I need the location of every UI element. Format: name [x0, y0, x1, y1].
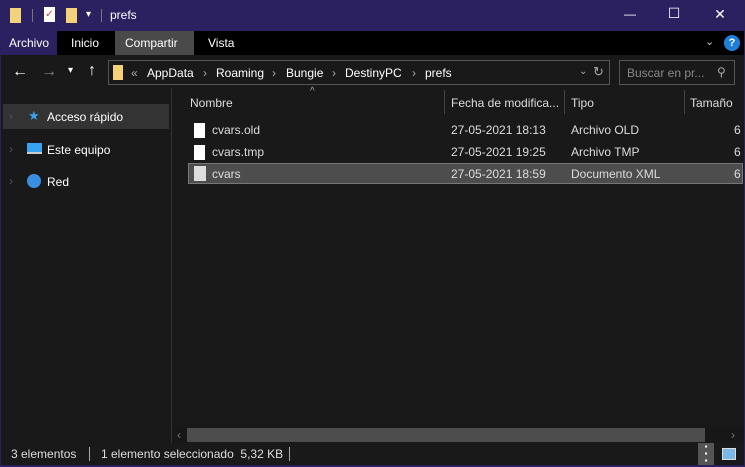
chevron-right-icon: › — [203, 66, 207, 80]
selection-info: 1 elemento seleccionado 5,32 KB — [101, 447, 284, 461]
new-folder-icon[interactable] — [66, 8, 77, 23]
large-icons-view-button[interactable] — [722, 448, 736, 460]
title-bar: ✓ ▾ prefs — ☐ ✕ — [0, 0, 745, 31]
file-date: 27-05-2021 18:13 — [451, 123, 546, 137]
chevron-right-icon: › — [332, 66, 336, 80]
nav-label: Red — [47, 175, 70, 189]
breadcrumb-appdata[interactable]: AppData — [147, 66, 194, 80]
column-divider[interactable] — [444, 90, 445, 114]
close-button[interactable]: ✕ — [710, 6, 730, 23]
expand-ribbon-icon[interactable]: ⌄ — [705, 35, 714, 48]
column-header-name[interactable]: Nombre — [190, 96, 233, 110]
file-type: Archivo OLD — [571, 123, 640, 137]
tab-inicio[interactable]: Inicio — [61, 31, 109, 55]
separator — [89, 447, 90, 461]
customize-toolbar-icon[interactable]: ▾ — [86, 9, 91, 20]
file-size: 6 — [734, 167, 741, 181]
navigation-pane: › ★ Acceso rápido › Este equipo › Red — [1, 88, 172, 443]
breadcrumb-overflow[interactable]: « — [131, 66, 138, 80]
properties-icon[interactable]: ✓ — [44, 7, 55, 22]
column-header-type[interactable]: Tipo — [571, 96, 594, 110]
column-header-size[interactable]: Tamaño — [690, 96, 733, 110]
folder-icon — [10, 8, 21, 23]
file-date: 27-05-2021 18:59 — [451, 167, 546, 181]
column-header-date[interactable]: Fecha de modifica... — [451, 96, 559, 110]
file-row-selected[interactable]: cvars 27-05-2021 18:59 Documento XML 6 — [188, 163, 743, 184]
search-box[interactable]: Buscar en pr... ⚲ — [619, 60, 735, 85]
file-icon — [194, 145, 205, 160]
file-row[interactable]: cvars.old 27-05-2021 18:13 Archivo OLD 6 — [188, 120, 743, 141]
chevron-right-icon: › — [412, 66, 416, 80]
nav-item-network[interactable]: › Red — [3, 169, 169, 194]
back-button[interactable]: ← — [12, 63, 28, 81]
maximize-button[interactable]: ☐ — [664, 5, 684, 22]
minimize-button[interactable]: — — [620, 7, 640, 21]
details-view-button[interactable]: ▪ ▪ ▪ — [698, 443, 714, 465]
recent-locations-icon[interactable]: ▾ — [68, 65, 73, 76]
column-divider[interactable] — [564, 90, 565, 114]
ribbon: Archivo Inicio Compartir Vista ⌄ ? — [1, 31, 744, 55]
forward-button[interactable]: → — [41, 63, 57, 81]
main-area: › ★ Acceso rápido › Este equipo › Red ^ … — [1, 86, 744, 443]
file-size: 6 — [734, 145, 741, 159]
tab-vista[interactable]: Vista — [198, 31, 244, 55]
breadcrumb-prefs[interactable]: prefs — [425, 66, 452, 80]
file-name: cvars — [212, 167, 241, 181]
status-bar: 3 elementos 1 elemento seleccionado 5,32… — [1, 443, 744, 465]
folder-icon — [113, 65, 123, 80]
search-input[interactable]: Buscar en pr... — [627, 66, 704, 80]
chevron-right-icon: › — [272, 66, 276, 80]
breadcrumb-bungie[interactable]: Bungie — [286, 66, 323, 80]
scrollbar-thumb[interactable] — [187, 428, 705, 442]
file-size: 6 — [734, 123, 741, 137]
tab-compartir[interactable]: Compartir — [115, 31, 194, 55]
column-divider[interactable] — [684, 90, 685, 114]
separator — [101, 9, 102, 22]
file-icon — [194, 123, 205, 138]
horizontal-scrollbar[interactable]: ‹ › — [173, 427, 744, 443]
up-button[interactable]: ↑ — [88, 62, 96, 80]
help-icon[interactable]: ? — [724, 35, 740, 51]
nav-item-this-pc[interactable]: › Este equipo — [3, 137, 169, 162]
scroll-left-icon[interactable]: ‹ — [177, 428, 181, 442]
breadcrumb-destinypc[interactable]: DestinyPC — [345, 66, 402, 80]
file-date: 27-05-2021 19:25 — [451, 145, 546, 159]
tab-archivo[interactable]: Archivo — [1, 31, 57, 55]
address-row: ← → ▾ ↑ « AppData › Roaming › Bungie › D… — [1, 55, 744, 90]
network-icon — [27, 174, 41, 188]
address-dropdown-icon[interactable]: ⌄ — [579, 66, 587, 77]
separator — [32, 9, 33, 22]
nav-label: Este equipo — [47, 143, 111, 157]
breadcrumb-roaming[interactable]: Roaming — [216, 66, 264, 80]
window-title: prefs — [110, 8, 137, 22]
file-name: cvars.tmp — [212, 145, 265, 159]
chevron-right-icon[interactable]: › — [9, 142, 13, 156]
file-type: Archivo TMP — [571, 145, 640, 159]
column-headers: Nombre Fecha de modifica... Tipo Tamaño — [1, 90, 744, 116]
search-icon: ⚲ — [717, 65, 726, 79]
file-name: cvars.old — [212, 123, 261, 137]
computer-icon — [27, 143, 42, 154]
refresh-icon[interactable]: ↻ — [593, 64, 604, 80]
file-row[interactable]: cvars.tmp 27-05-2021 19:25 Archivo TMP 6 — [188, 142, 743, 163]
scroll-right-icon[interactable]: › — [731, 428, 735, 442]
address-bar[interactable]: « AppData › Roaming › Bungie › DestinyPC… — [108, 60, 610, 85]
separator — [289, 447, 290, 461]
item-count: 3 elementos — [11, 447, 77, 461]
file-type: Documento XML — [571, 167, 661, 181]
xml-file-icon — [194, 166, 206, 181]
chevron-right-icon[interactable]: › — [9, 174, 13, 188]
